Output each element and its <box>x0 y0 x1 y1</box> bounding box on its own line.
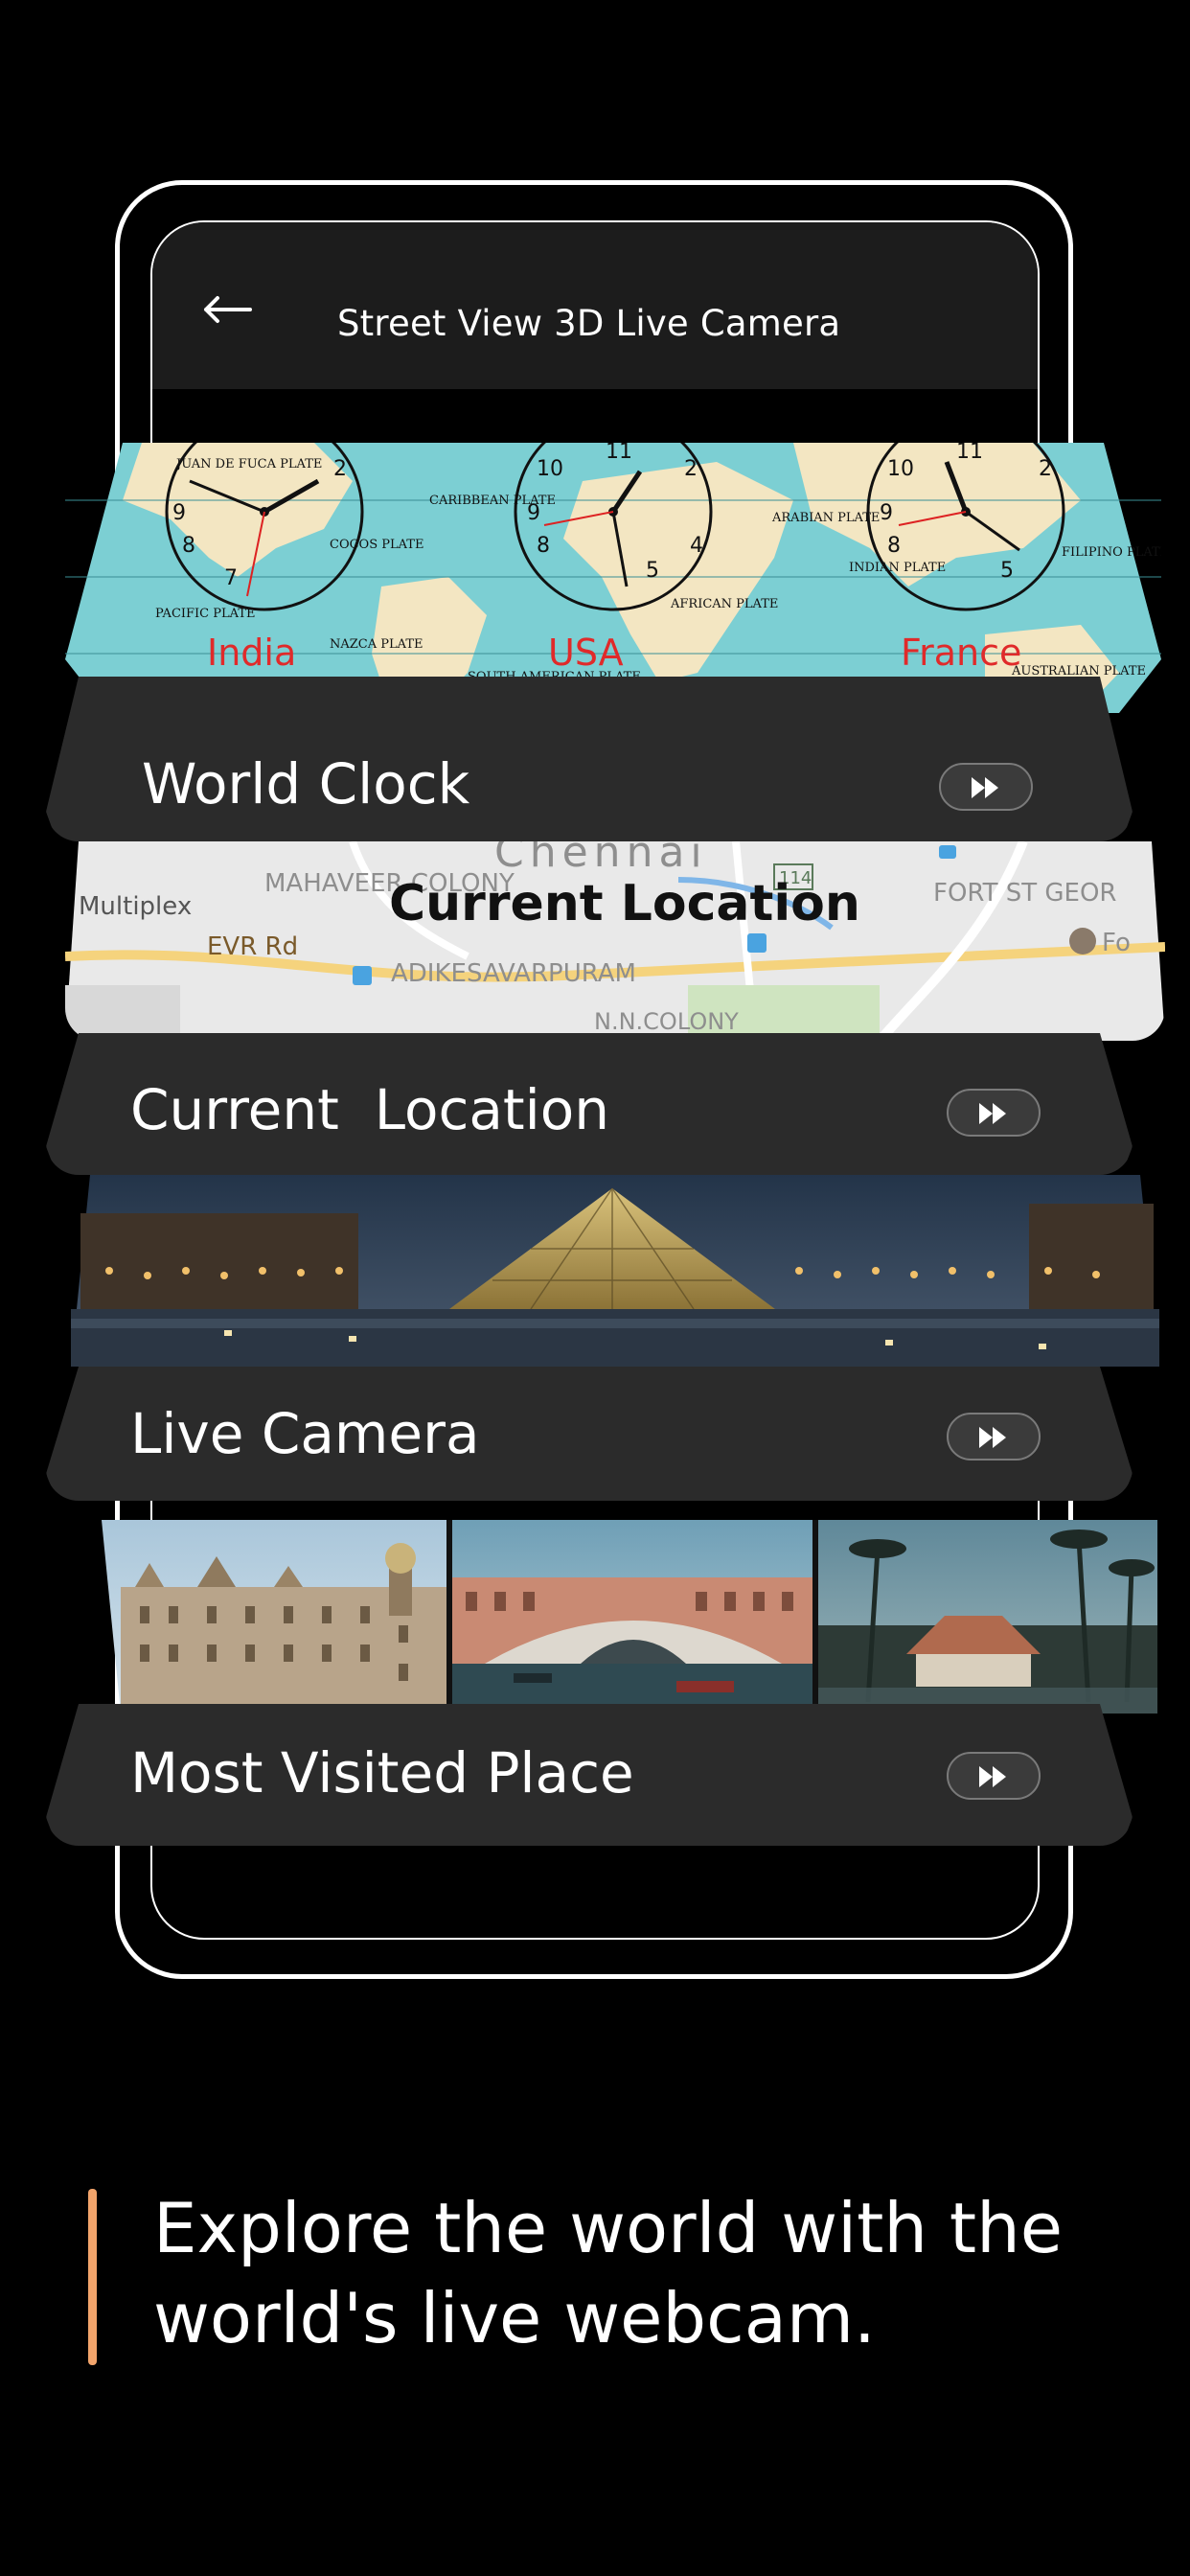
most-visited-open-button[interactable] <box>947 1752 1041 1800</box>
fast-forward-icon <box>979 1103 1006 1124</box>
map-city-label: Chennai <box>494 841 708 877</box>
fast-forward-icon <box>979 1766 1006 1787</box>
current-location-map: Chennai 114 MAHAVEER COLONY Multiplex EV… <box>65 841 1165 1041</box>
svg-text:5: 5 <box>646 559 659 583</box>
most-visited-label: Most Visited Place <box>130 1740 634 1806</box>
app-bar: Street View 3D Live Camera <box>152 222 1038 389</box>
plate-label: AUSTRALIAN PLATE <box>1011 664 1146 678</box>
svg-text:11: 11 <box>606 443 632 464</box>
app-title: Street View 3D Live Camera <box>337 303 841 344</box>
plate-label: JUAN DE FUCA PLATE <box>174 457 322 472</box>
svg-text:5: 5 <box>1000 559 1014 583</box>
map-label-evr: EVR Rd <box>207 932 298 961</box>
map-label-nn-colony: N.N.COLONY <box>594 1008 739 1035</box>
svg-text:4: 4 <box>690 534 703 558</box>
tagline-accent-bar <box>88 2189 97 2365</box>
plate-label: FILIPINO PLATE <box>1062 545 1161 560</box>
current-location-label: Current Location <box>130 1077 610 1142</box>
plate-label: CARIBBEAN PLATE <box>429 494 556 508</box>
most-visited-card[interactable]: Most Visited Place <box>46 1501 1157 1846</box>
most-visited-photos <box>82 1510 1157 1714</box>
fast-forward-icon <box>972 777 998 798</box>
clock-label-india: India <box>207 632 296 674</box>
svg-text:2: 2 <box>1039 457 1052 481</box>
world-clock-open-button[interactable] <box>939 763 1033 811</box>
plate-label: INDIAN PLATE <box>849 561 946 575</box>
plate-label: COCOS PLATE <box>330 538 423 552</box>
arrow-left-icon[interactable] <box>202 295 252 324</box>
map-label-fo: Fo <box>1102 929 1131 957</box>
map-label-fort: FORT ST GEOR <box>933 879 1117 908</box>
clock-label-usa: USA <box>548 632 624 674</box>
map-label-adikesavarpuram: ADIKESAVARPURAM <box>391 959 636 988</box>
svg-text:2: 2 <box>333 457 347 481</box>
world-clock-label: World Clock <box>142 751 470 816</box>
svg-text:2: 2 <box>684 457 698 481</box>
tagline-line-2: world's live webcam. <box>153 2278 876 2358</box>
svg-text:11: 11 <box>956 443 983 464</box>
map-overlay-title: Current Location <box>389 875 860 932</box>
world-clock-map: 7 8 9 2 9 8 10 11 2 4 5 11 10 9 8 2 5 JU… <box>65 443 1161 713</box>
live-camera-card[interactable]: Live Camera <box>46 1175 1159 1501</box>
svg-text:8: 8 <box>182 534 195 558</box>
fast-forward-icon <box>979 1427 1006 1448</box>
plate-label: NAZCA PLATE <box>330 637 423 652</box>
current-location-card[interactable]: Chennai 114 MAHAVEER COLONY Multiplex EV… <box>46 841 1165 1175</box>
svg-text:10: 10 <box>537 457 563 481</box>
live-camera-photo <box>71 1175 1159 1367</box>
svg-text:8: 8 <box>537 534 550 558</box>
plate-label: PACIFIC PLATE <box>155 607 255 621</box>
tagline: Explore the world with the world's live … <box>153 2183 1111 2363</box>
plate-label: AFRICAN PLATE <box>670 597 778 611</box>
svg-text:7: 7 <box>224 566 238 590</box>
plate-label: ARABIAN PLATE <box>771 511 880 525</box>
current-location-open-button[interactable] <box>947 1089 1041 1137</box>
map-label-multiplex: Multiplex <box>79 892 192 921</box>
clock-label-france: France <box>901 632 1021 674</box>
live-camera-open-button[interactable] <box>947 1413 1041 1460</box>
live-camera-label: Live Camera <box>130 1401 480 1466</box>
svg-text:8: 8 <box>887 534 901 558</box>
world-clock-card[interactable]: 7 8 9 2 9 8 10 11 2 4 5 11 10 9 8 2 5 JU… <box>46 443 1161 841</box>
svg-text:9: 9 <box>880 501 893 525</box>
svg-text:9: 9 <box>172 501 186 525</box>
tagline-line-1: Explore the world with the <box>153 2188 1064 2268</box>
svg-text:10: 10 <box>887 457 914 481</box>
